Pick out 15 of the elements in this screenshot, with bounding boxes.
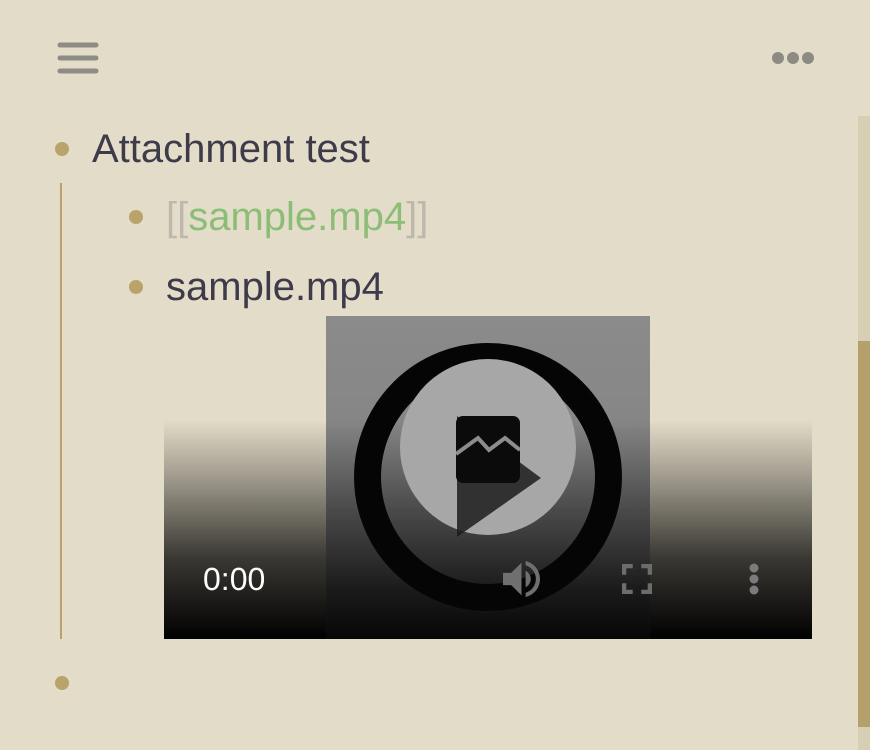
block-text[interactable]: sample.mp4 [166,266,384,306]
volume-icon[interactable] [503,561,540,597]
scrollbar-thumb[interactable] [858,341,870,727]
bullet-icon[interactable] [55,676,69,690]
bullet-icon[interactable] [55,142,69,156]
block-text[interactable]: Attachment test [92,129,370,169]
vertical-ellipsis-icon[interactable] [749,563,759,595]
video-player[interactable]: 0:00 [164,316,812,639]
bullet-icon[interactable] [129,280,143,294]
fullscreen-icon[interactable] [622,564,652,594]
bullet-icon[interactable] [129,210,143,224]
broken-image-icon [456,416,520,483]
menu-icon[interactable] [57,42,99,74]
ellipsis-icon[interactable] [772,52,814,64]
video-time: 0:00 [203,563,266,595]
